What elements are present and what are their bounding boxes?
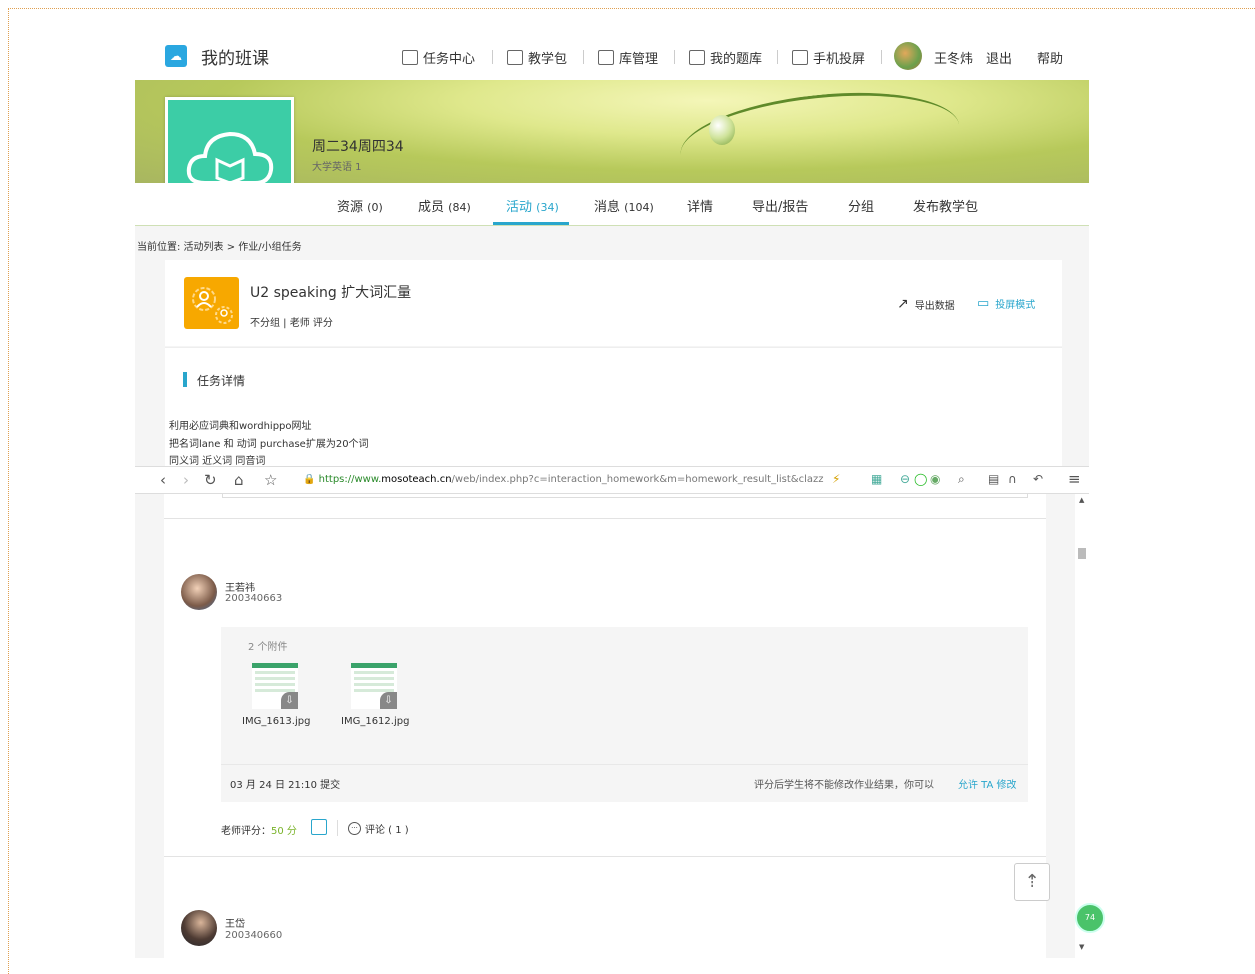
- tab-groups[interactable]: 分组: [848, 196, 874, 215]
- user-avatar[interactable]: [894, 42, 922, 70]
- headphones-icon[interactable]: ∩: [1008, 472, 1017, 486]
- package-icon: [507, 50, 523, 65]
- tab-members[interactable]: 成员 (84): [418, 196, 471, 215]
- scroll-down-icon[interactable]: ▼: [1079, 943, 1084, 951]
- detail-line: 利用必应词典和wordhippo网址: [169, 421, 312, 432]
- task-meta: 不分组 | 老师 评分: [250, 318, 333, 329]
- user-name[interactable]: 王冬炜: [934, 48, 973, 67]
- back-to-top-button[interactable]: ⇡: [1014, 863, 1050, 901]
- external-link-icon: ↗: [897, 296, 909, 312]
- nav-divider: [881, 50, 882, 64]
- section-marker: [183, 372, 187, 387]
- tab-publish-package[interactable]: 发布教学包: [913, 196, 978, 215]
- divider: [221, 764, 1028, 765]
- download-icon[interactable]: ⇩: [281, 692, 298, 709]
- task-title: U2 speaking 扩大词汇量: [250, 285, 412, 301]
- search-icon[interactable]: ⌕: [958, 472, 965, 487]
- allow-modify-link[interactable]: 允许 TA 修改: [958, 776, 1017, 791]
- detail-line: 把名词lane 和 动词 purchase扩展为20个词: [169, 439, 369, 450]
- tab-resources[interactable]: 资源 (0): [337, 196, 383, 215]
- cloud-book-icon: [186, 131, 274, 185]
- screen-cast-icon: [792, 50, 808, 65]
- nav-teaching-package[interactable]: 教学包: [507, 48, 567, 67]
- tab-messages[interactable]: 消息 (104): [594, 196, 654, 215]
- lock-icon: 🔒: [303, 474, 319, 485]
- screen-mode-button[interactable]: ▭ 投屏模式: [977, 296, 1035, 311]
- forward-icon[interactable]: ›: [183, 471, 189, 489]
- attachment-filename[interactable]: IMG_1613.jpg: [242, 716, 310, 727]
- clipboard-icon: [402, 50, 418, 65]
- lightning-icon[interactable]: ⚡: [832, 472, 840, 486]
- class-title: 周二34周四34: [312, 139, 404, 155]
- divider: [164, 856, 1046, 857]
- nav-divider: [583, 50, 584, 64]
- group-task-icon: [184, 277, 239, 329]
- clipboard-icon[interactable]: ▤: [988, 472, 999, 486]
- student-id: 200340660: [225, 930, 283, 941]
- scrollbar[interactable]: [1075, 494, 1089, 958]
- tab-export-report[interactable]: 导出/报告: [752, 196, 808, 215]
- bookmark-star-icon[interactable]: ☆: [264, 471, 277, 489]
- nav-divider: [674, 50, 675, 64]
- student-name[interactable]: 王岱: [225, 915, 245, 930]
- brand-title[interactable]: 我的班课: [201, 44, 269, 69]
- student-name[interactable]: 王若祎: [225, 579, 255, 594]
- divider: [164, 518, 1046, 519]
- nav-divider: [492, 50, 493, 64]
- submission-time: 03 月 24 日 21:10 提交: [230, 780, 341, 791]
- comment-button[interactable]: ··· 评论 ( 1 ): [348, 821, 409, 836]
- teacher-score: 老师评分：50 分: [221, 826, 297, 837]
- breadcrumb[interactable]: 当前位置: 活动列表 > 作业/小组任务: [137, 238, 302, 253]
- extension-icon[interactable]: ⊖: [900, 472, 910, 486]
- tab-details[interactable]: 详情: [687, 196, 713, 215]
- grading-note: 评分后学生将不能修改作业结果，你可以: [754, 780, 934, 791]
- student-id: 200340663: [225, 593, 283, 604]
- logo-icon[interactable]: ☁: [165, 45, 187, 67]
- download-icon[interactable]: ⇩: [380, 692, 397, 709]
- nav-task-center[interactable]: 任务中心: [402, 48, 475, 67]
- export-data-button[interactable]: ↗ 导出数据: [897, 296, 955, 312]
- divider: [337, 820, 338, 836]
- class-subtitle: 大学英语 1: [312, 162, 362, 173]
- attachment-thumbnail[interactable]: ⇩: [351, 663, 397, 709]
- projector-icon: ▭: [977, 296, 990, 311]
- back-icon[interactable]: ‹: [160, 471, 166, 489]
- scrollbar-thumb[interactable]: [1078, 548, 1086, 559]
- address-bar[interactable]: 🔒 https://www.mosoteach.cn/web/index.php…: [303, 474, 828, 485]
- extension-icon[interactable]: ◉: [930, 472, 940, 486]
- logout-link[interactable]: 退出: [986, 48, 1012, 67]
- attachment-count: 2 个附件: [248, 642, 288, 653]
- home-icon[interactable]: ⌂: [234, 471, 244, 489]
- scroll-up-icon[interactable]: ▲: [1079, 496, 1084, 504]
- nav-screen-cast[interactable]: 手机投屏: [792, 48, 865, 67]
- apps-icon[interactable]: ▦: [871, 472, 882, 486]
- tab-activities[interactable]: 活动 (34): [506, 196, 559, 215]
- reload-icon[interactable]: ↻: [204, 471, 217, 489]
- edit-score-icon[interactable]: [311, 819, 327, 835]
- layers-icon: [689, 50, 705, 65]
- student-avatar[interactable]: [181, 910, 217, 946]
- previous-box-edge: [222, 494, 1028, 498]
- extension-icon[interactable]: ◯: [914, 472, 927, 486]
- attachment-filename[interactable]: IMG_1612.jpg: [341, 716, 409, 727]
- menu-icon[interactable]: ≡: [1068, 470, 1081, 488]
- nav-divider: [777, 50, 778, 64]
- nav-library[interactable]: 库管理: [598, 48, 658, 67]
- floating-badge[interactable]: 74: [1075, 903, 1105, 933]
- banner-drop-decoration: [709, 115, 735, 145]
- student-avatar[interactable]: [181, 574, 217, 610]
- active-tab-indicator: [493, 222, 569, 225]
- undo-icon[interactable]: ↶: [1033, 472, 1043, 486]
- help-link[interactable]: 帮助: [1037, 48, 1063, 67]
- archive-icon: [598, 50, 614, 65]
- detail-line: 同义词 近义词 同音词: [169, 456, 266, 467]
- attachment-thumbnail[interactable]: ⇩: [252, 663, 298, 709]
- nav-question-bank[interactable]: 我的题库: [689, 48, 762, 67]
- task-detail-heading: 任务详情: [197, 374, 246, 388]
- comment-icon: ···: [348, 822, 361, 835]
